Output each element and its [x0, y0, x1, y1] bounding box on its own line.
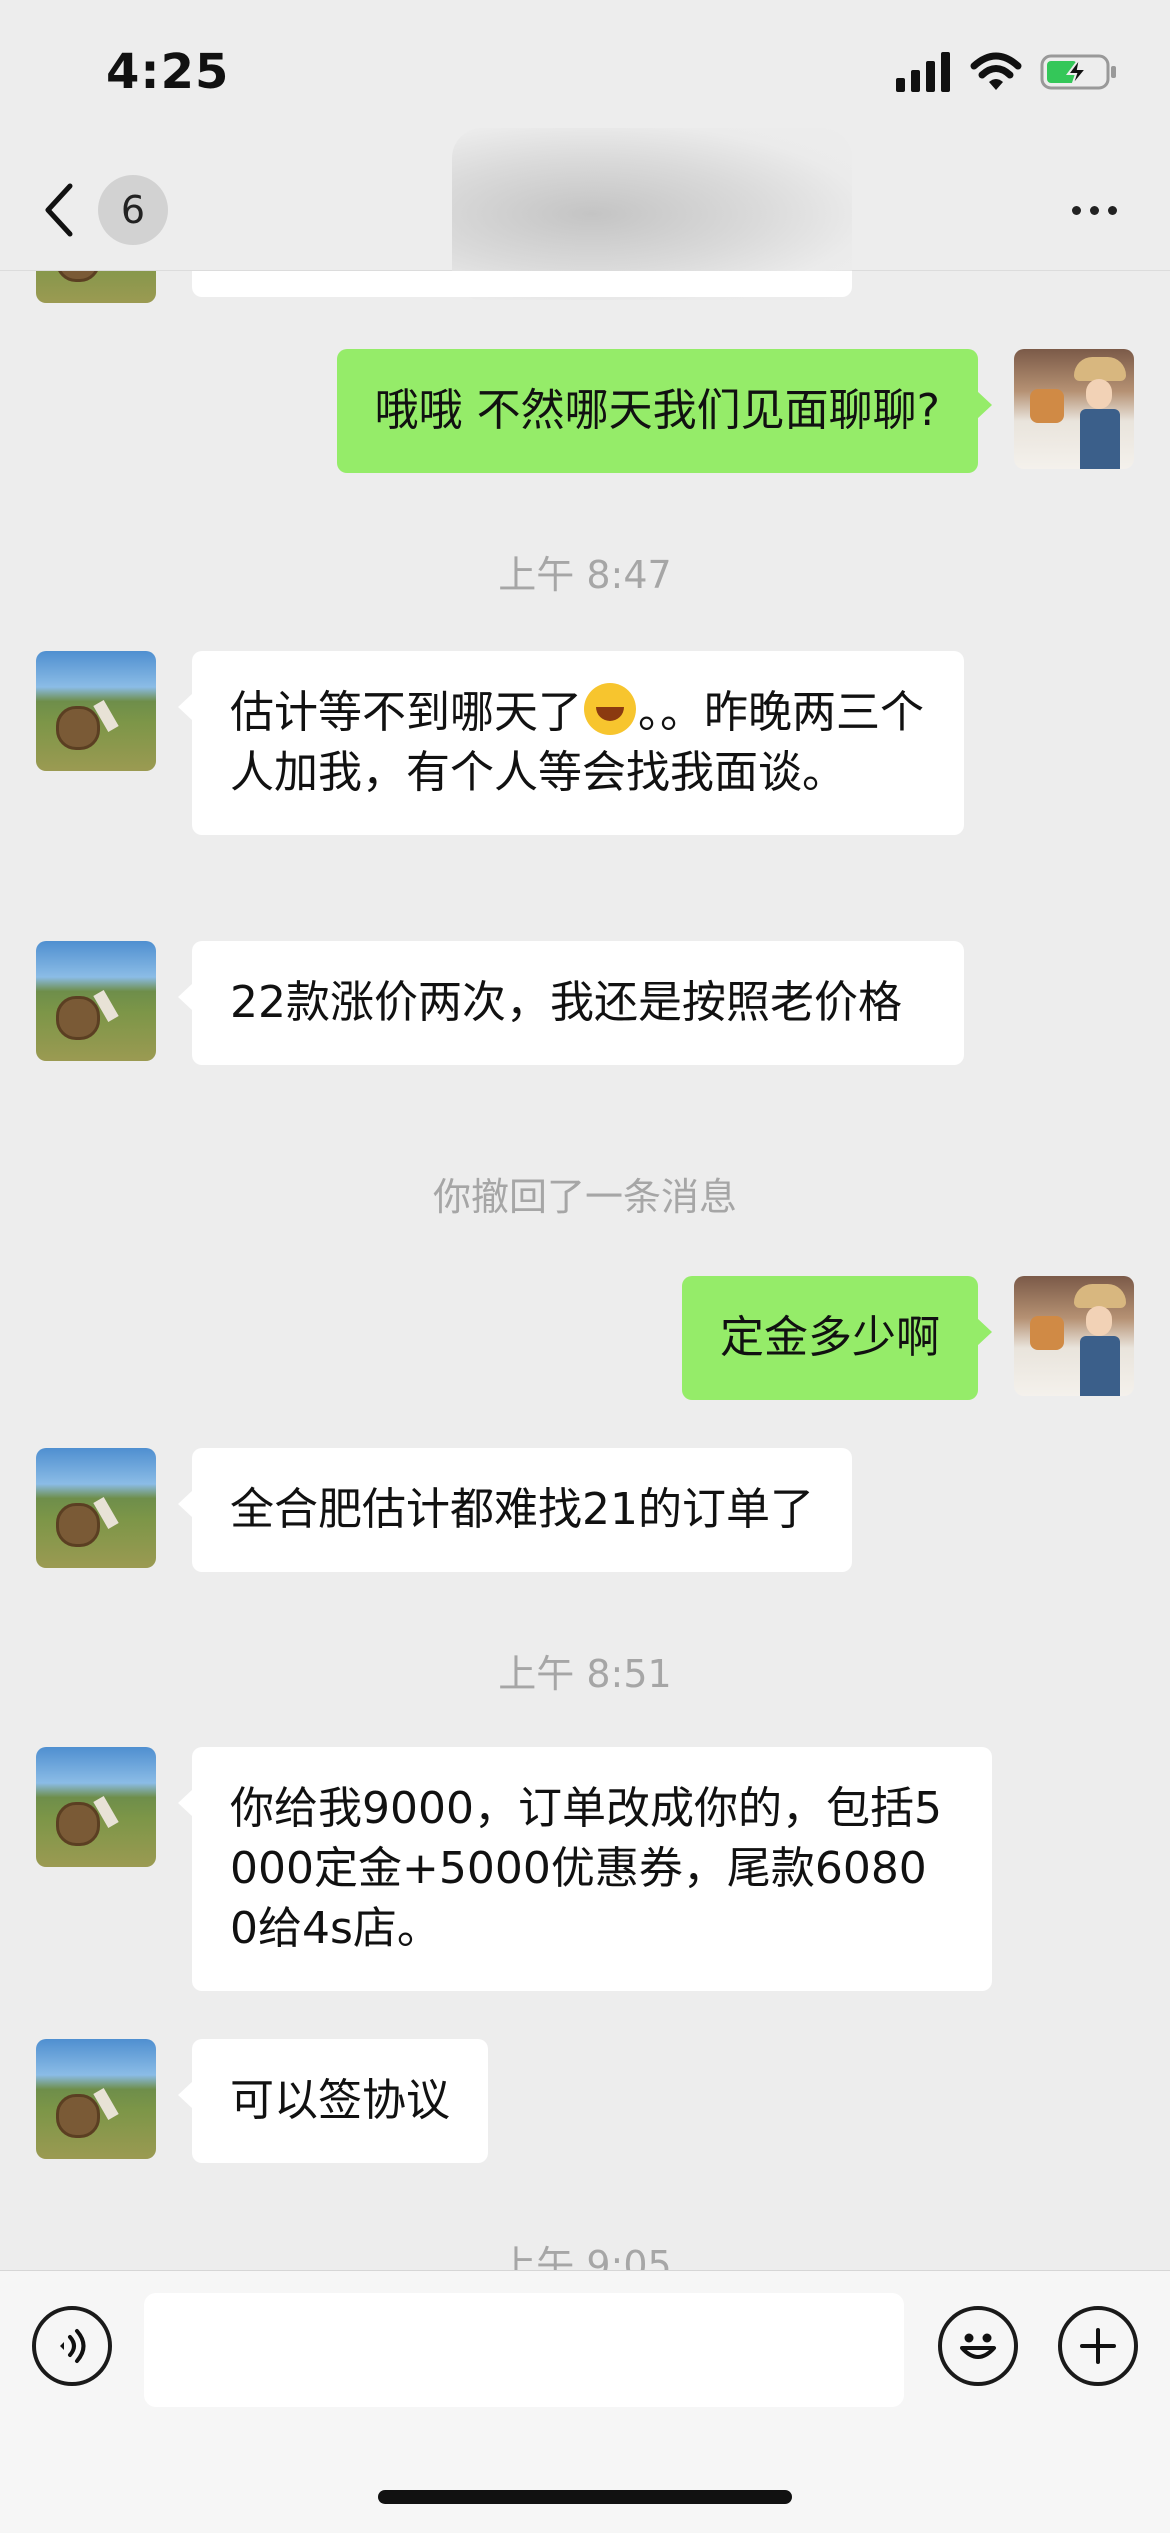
message-input[interactable] [144, 2293, 904, 2407]
face-with-tears-of-joy-emoji [584, 683, 636, 735]
message-bubble-incoming[interactable]: 22款涨价两次，我还是按照老价格 [178, 941, 964, 1065]
emoji-button[interactable] [938, 2306, 1018, 2386]
message-timestamp: 上午 8:51 [498, 1652, 672, 1696]
message-bubble-partial [192, 271, 852, 297]
voice-icon [60, 2329, 86, 2363]
contact-avatar[interactable] [36, 651, 156, 771]
more-functions-button[interactable] [1058, 2306, 1138, 2386]
back-button[interactable]: 6 [40, 172, 180, 248]
contact-avatar[interactable] [36, 2039, 156, 2159]
message-text: 估计等不到哪天了 [230, 687, 582, 738]
user-avatar[interactable] [1014, 1276, 1134, 1396]
plus-icon [1080, 2328, 1116, 2364]
chat-header: 6 [0, 128, 1170, 300]
chevron-left-icon [45, 183, 73, 237]
status-time: 4:25 [106, 44, 230, 100]
contact-avatar[interactable] [36, 941, 156, 1061]
battery-charging-icon [1040, 54, 1116, 90]
message-bubble-incoming[interactable]: 全合肥估计都难找21的订单了 [178, 1448, 852, 1572]
message-list[interactable]: 哦哦 不然哪天我们见面聊聊? 上午 8:47 估计等不到哪天了 。。昨晚两三个人加… [0, 271, 1170, 2270]
unread-count-badge: 6 [98, 175, 168, 245]
message-bubble-incoming[interactable]: 估计等不到哪天了 。。昨晚两三个人加我，有个人等会找我面谈。 [178, 651, 964, 835]
contact-avatar[interactable] [36, 1448, 156, 1568]
smiley-icon [960, 2333, 996, 2359]
recalled-message-notice: 你撤回了一条消息 [432, 1175, 737, 1219]
message-timestamp: 上午 9:05 [498, 2243, 672, 2270]
user-avatar[interactable] [1014, 349, 1134, 469]
contact-avatar[interactable] [36, 1747, 156, 1867]
signal-icon [896, 52, 950, 92]
more-options-button[interactable] [1054, 180, 1134, 240]
message-bubble-incoming[interactable]: 你给我9000，订单改成你的，包括5000定金+5000优惠券，尾款60800给… [178, 1747, 992, 1991]
message-bubble-outgoing[interactable]: 哦哦 不然哪天我们见面聊聊? [336, 349, 993, 473]
voice-input-button[interactable] [32, 2306, 112, 2386]
home-indicator[interactable] [378, 2490, 792, 2504]
wifi-icon [970, 52, 1022, 90]
message-bubble-incoming[interactable]: 可以签协议 [178, 2039, 488, 2163]
message-bubble-outgoing[interactable]: 定金多少啊 [682, 1276, 992, 1400]
message-timestamp: 上午 8:47 [498, 553, 672, 597]
contact-avatar[interactable] [36, 271, 156, 303]
